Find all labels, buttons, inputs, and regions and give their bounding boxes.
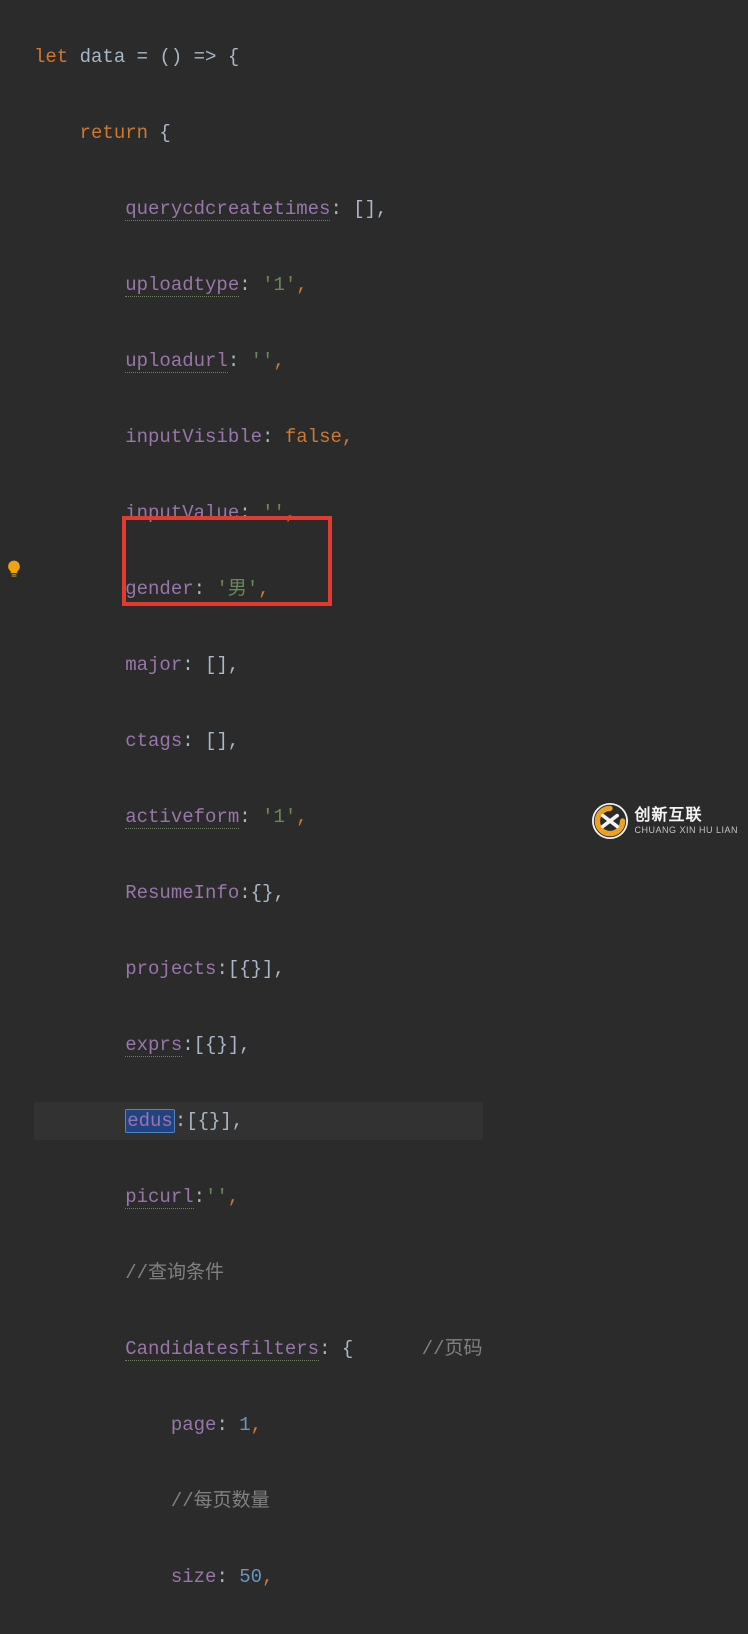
open-brace: { xyxy=(148,122,171,144)
code-line: picurl:'', xyxy=(34,1178,483,1216)
code-line: exprs:[{}], xyxy=(34,1026,483,1064)
code-line: ctags: [], xyxy=(34,722,483,760)
colon-space: : xyxy=(239,502,262,524)
prop-edus: edus xyxy=(125,1109,175,1133)
colon-space: : xyxy=(194,578,217,600)
value: : [], xyxy=(182,654,239,676)
keyword-return: return xyxy=(80,122,148,144)
value: : [], xyxy=(330,198,387,220)
colon-space: : xyxy=(216,1566,239,1588)
comma: , xyxy=(258,578,269,600)
code-line: ResumeInfo:{}, xyxy=(34,874,483,912)
prop-gender: gender xyxy=(125,578,193,600)
code-line: return { xyxy=(34,114,483,152)
identifier-data: data xyxy=(80,46,126,68)
code-line-highlighted: edus:[{}], xyxy=(34,1102,483,1140)
colon-space: : xyxy=(262,426,285,448)
prop-ResumeInfo: ResumeInfo xyxy=(125,882,239,904)
boolean-literal: false xyxy=(285,426,342,448)
code-area[interactable]: let data = () => { return { querycdcreat… xyxy=(34,0,483,1634)
code-line: Candidatesfilters: { //页码 xyxy=(34,1330,483,1368)
code-line: uploadtype: '1', xyxy=(34,266,483,304)
prop-querycdcreatetimes: querycdcreatetimes xyxy=(125,198,330,221)
code-line: page: 1, xyxy=(34,1406,483,1444)
comment: //查询条件 xyxy=(125,1262,224,1284)
number-literal: 50 xyxy=(239,1566,262,1588)
comma: , xyxy=(296,806,307,828)
arrow-open: = () => { xyxy=(125,46,239,68)
value: :{}, xyxy=(239,882,285,904)
prop-inputVisible: inputVisible xyxy=(125,426,262,448)
value: :[{}], xyxy=(216,958,284,980)
value: :[{}], xyxy=(175,1110,243,1132)
colon-brace: : { xyxy=(319,1338,422,1360)
value: :[{}], xyxy=(182,1034,250,1056)
comma: , xyxy=(296,274,307,296)
prop-page: page xyxy=(171,1414,217,1436)
code-line: querycdcreatetimes: [], xyxy=(34,190,483,228)
prop-picurl: picurl xyxy=(125,1186,193,1209)
code-line: size: 50, xyxy=(34,1558,483,1596)
string-literal: '1' xyxy=(262,806,296,828)
colon: : xyxy=(194,1186,205,1208)
watermark: 创新互联 CHUANG XIN HU LIAN xyxy=(592,803,738,839)
prop-size: size xyxy=(171,1566,217,1588)
string-literal: '1' xyxy=(262,274,296,296)
string-literal: '' xyxy=(205,1186,228,1208)
code-line: gender: '男', xyxy=(34,570,483,608)
string-literal: '' xyxy=(251,350,274,372)
watermark-text-small: CHUANG XIN HU LIAN xyxy=(634,826,738,835)
editor-gutter xyxy=(0,0,34,849)
colon-space: : xyxy=(239,274,262,296)
colon-space: : xyxy=(228,350,251,372)
code-line: inputValue: '', xyxy=(34,494,483,532)
comment: //页码 xyxy=(422,1338,483,1360)
comma: , xyxy=(228,1186,239,1208)
colon-space: : xyxy=(239,806,262,828)
prop-ctags: ctags xyxy=(125,730,182,752)
prop-exprs: exprs xyxy=(125,1034,182,1057)
colon-space: : xyxy=(216,1414,239,1436)
keyword-let: let xyxy=(34,46,68,68)
prop-uploadurl: uploadurl xyxy=(125,350,228,373)
string-literal: '男' xyxy=(216,578,258,600)
comma: , xyxy=(285,502,296,524)
comment: //每页数量 xyxy=(171,1490,270,1512)
code-line: uploadurl: '', xyxy=(34,342,483,380)
comma: , xyxy=(273,350,284,372)
comma: , xyxy=(251,1414,262,1436)
code-line: //每页数量 xyxy=(34,1482,483,1520)
value: : [], xyxy=(182,730,239,752)
code-line: inputVisible: false, xyxy=(34,418,483,456)
code-line: major: [], xyxy=(34,646,483,684)
code-line: let data = () => { xyxy=(34,38,483,76)
code-line: projects:[{}], xyxy=(34,950,483,988)
number-literal: 1 xyxy=(239,1414,250,1436)
prop-Candidatesfilters: Candidatesfilters xyxy=(125,1338,319,1361)
string-literal: '' xyxy=(262,502,285,524)
prop-projects: projects xyxy=(125,958,216,980)
comma: , xyxy=(342,426,353,448)
comma: , xyxy=(262,1566,273,1588)
watermark-logo-icon xyxy=(592,803,628,839)
prop-uploadtype: uploadtype xyxy=(125,274,239,297)
prop-activeform: activeform xyxy=(125,806,239,829)
lightbulb-icon[interactable] xyxy=(4,555,24,575)
watermark-text-large: 创新互联 xyxy=(634,808,738,824)
code-line: activeform: '1', xyxy=(34,798,483,836)
prop-major: major xyxy=(125,654,182,676)
prop-inputValue: inputValue xyxy=(125,502,239,524)
code-line: //查询条件 xyxy=(34,1254,483,1292)
